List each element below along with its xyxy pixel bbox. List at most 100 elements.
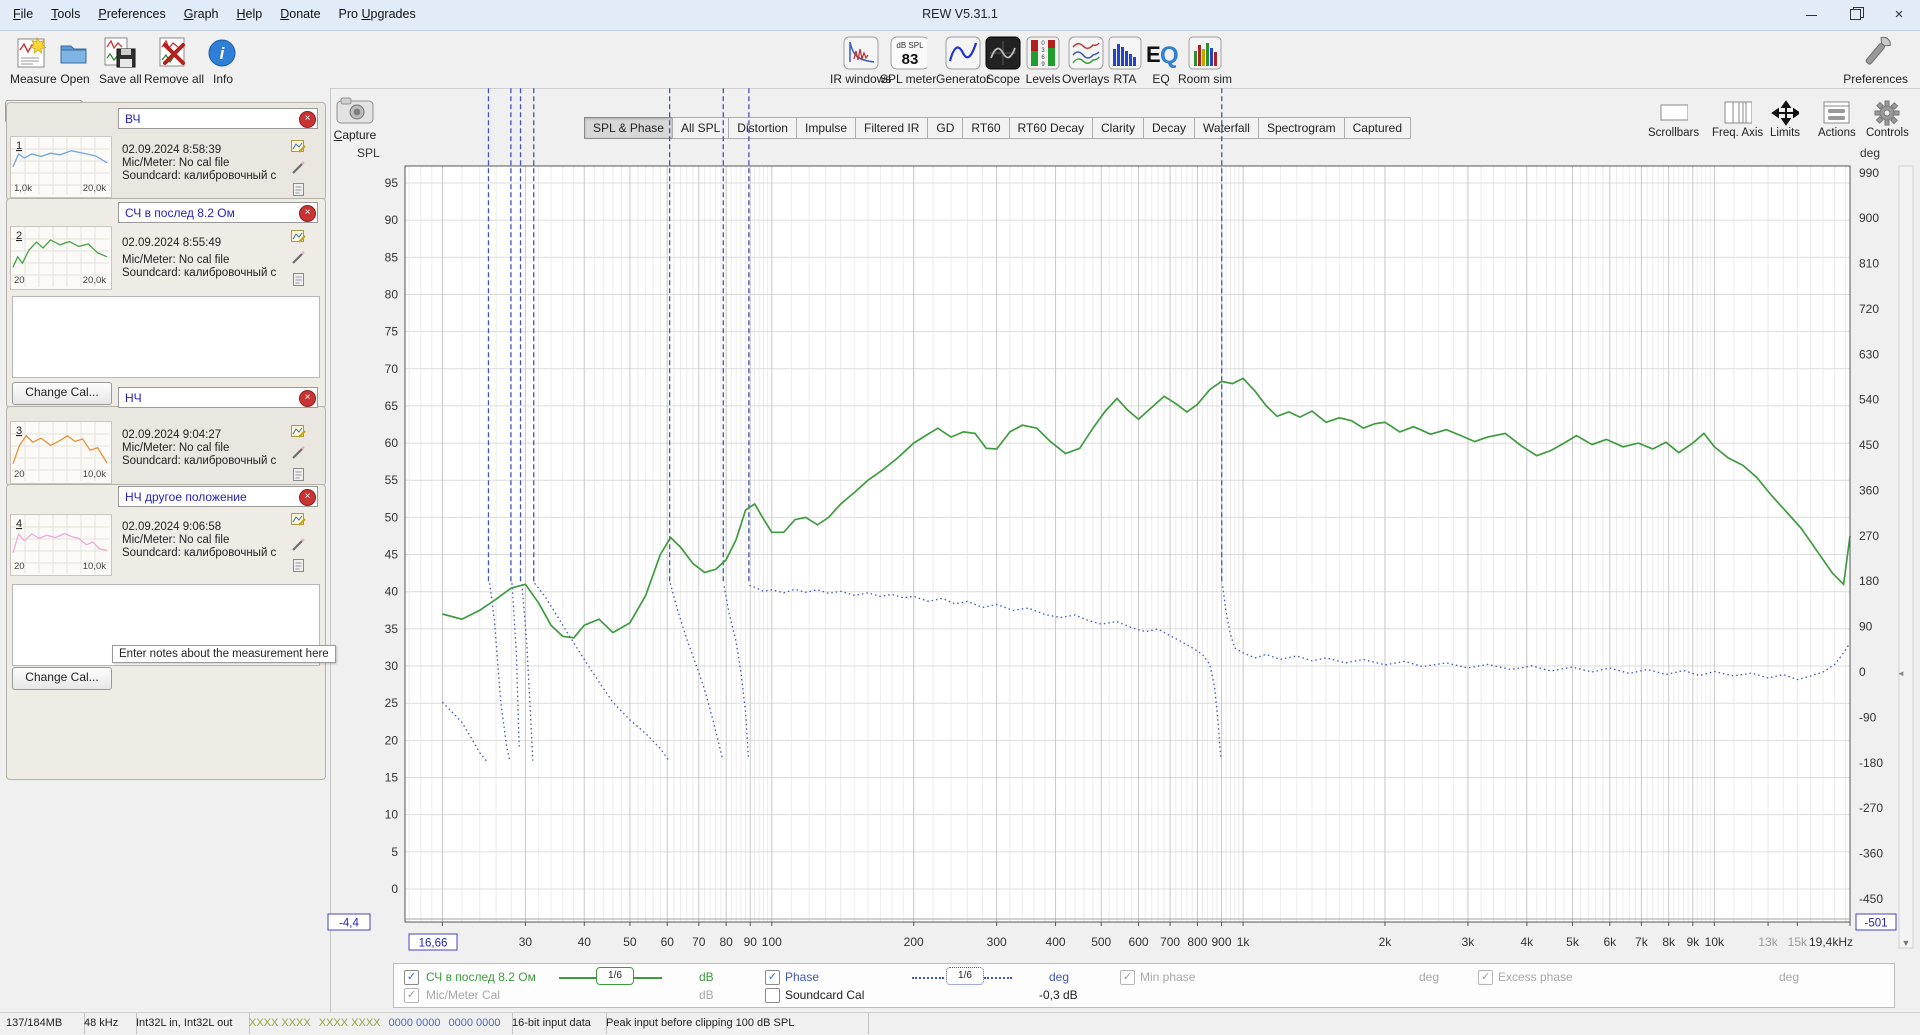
- mini-chart-icon[interactable]: [291, 423, 307, 439]
- phase-smoothing-line2: [984, 977, 1012, 979]
- svg-text:20,0k: 20,0k: [83, 275, 106, 286]
- svg-text:-450: -450: [1859, 892, 1883, 906]
- mini-notes-icon[interactable]: [291, 467, 307, 483]
- mini-pencil-icon[interactable]: [291, 445, 307, 461]
- svg-text:3: 3: [16, 425, 22, 437]
- mic-cal-checkbox[interactable]: ✓: [404, 988, 419, 1003]
- svg-text:270: 270: [1859, 529, 1879, 543]
- measurement-title-input[interactable]: НЧ: [118, 387, 318, 408]
- measurement-thumbnail[interactable]: 3 20 10,0k: [10, 421, 112, 484]
- measurement-thumbnail[interactable]: 4 20 10,0k: [10, 514, 112, 576]
- svg-text:5k: 5k: [1566, 935, 1580, 949]
- eq-button[interactable]: E Q EQ: [1142, 35, 1180, 86]
- status-hex-group: 0000 0000: [448, 1017, 501, 1029]
- svg-text:10: 10: [385, 808, 399, 822]
- svg-text:2k: 2k: [1379, 935, 1393, 949]
- measure-button[interactable]: Measure: [10, 35, 57, 86]
- svg-text:900: 900: [1212, 935, 1232, 949]
- maximize-button[interactable]: [1834, 0, 1876, 29]
- svg-text:0: 0: [391, 882, 398, 896]
- mic-cal-unit: dB: [699, 988, 714, 1002]
- trace-checkbox[interactable]: ✓: [404, 970, 419, 985]
- rta-icon: [1106, 35, 1144, 71]
- measurement-thumbnail[interactable]: 1 1,0k 20,0k: [10, 136, 112, 198]
- mini-notes-icon[interactable]: [291, 182, 307, 198]
- mini-chart-icon[interactable]: [291, 511, 307, 527]
- phase-axis-scrollbar[interactable]: [1898, 165, 1914, 949]
- toolbar-button-label: Info: [212, 72, 233, 86]
- svg-text:3k: 3k: [1462, 935, 1476, 949]
- delete-measurement-button[interactable]: ×: [299, 205, 316, 222]
- preferences-button[interactable]: Preferences: [1843, 35, 1908, 86]
- mini-chart-icon[interactable]: [291, 138, 307, 154]
- min-phase-checkbox[interactable]: ✓: [1120, 970, 1135, 985]
- main-toolbar: Preferences Measure Open Save all Remove al…: [0, 31, 1920, 89]
- mini-pencil-icon[interactable]: [291, 250, 307, 266]
- phase-smoothing-line: [912, 977, 944, 979]
- title-bar: File Tools Preferences Graph Help Donate Pro U…: [0, 0, 1920, 31]
- excess-phase-label: Excess phase: [1498, 970, 1573, 984]
- svg-text:40: 40: [385, 585, 399, 599]
- info-button[interactable]: i Info: [204, 35, 242, 86]
- save-all-button[interactable]: Save all: [99, 35, 142, 86]
- measurement-notes-input[interactable]: [12, 296, 320, 378]
- measurement-thumbnail[interactable]: 2 20 20,0k: [10, 226, 112, 290]
- svg-text:8k: 8k: [1662, 935, 1676, 949]
- svg-text:900: 900: [1859, 211, 1879, 225]
- measurement-title-input[interactable]: НЧ другое положение: [118, 486, 318, 507]
- phase-smoothing-badge[interactable]: 1/6: [946, 967, 984, 985]
- toolbar-button-label: Measure: [10, 72, 57, 86]
- measurement-date: 02.09.2024 8:55:49: [122, 237, 222, 249]
- scope-button[interactable]: Scope: [984, 35, 1022, 86]
- save-all-icon: [101, 35, 139, 71]
- trace-smoothing-badge[interactable]: 1/6: [596, 967, 634, 985]
- minimize-button[interactable]: [1790, 0, 1832, 29]
- trace-controls-panel: ✓ СЧ в послед 8.2 Ом 1/6 dB ✓ Phase 1/6 …: [393, 963, 1895, 1008]
- rta-button[interactable]: RTA: [1106, 35, 1144, 86]
- mini-notes-icon[interactable]: [291, 558, 307, 574]
- svg-text:30: 30: [385, 659, 399, 673]
- soundcard-cal-checkbox[interactable]: [765, 988, 780, 1003]
- generator-button[interactable]: Generator: [936, 35, 990, 86]
- svg-text:85: 85: [385, 250, 399, 264]
- delete-measurement-button[interactable]: ×: [299, 390, 316, 407]
- toolbar-button-label: Overlays: [1062, 72, 1110, 86]
- measurement-title-input[interactable]: СЧ в послед 8.2 Ом: [118, 202, 318, 223]
- mini-pencil-icon[interactable]: [291, 160, 307, 176]
- remove-all-button[interactable]: Remove all: [144, 35, 204, 86]
- svg-text:0: 0: [1859, 665, 1866, 679]
- phase-label: Phase: [785, 970, 820, 984]
- change-cal-button[interactable]: Change Cal...: [12, 382, 112, 405]
- svg-text:10,0k: 10,0k: [83, 561, 106, 572]
- svg-text:9k: 9k: [1686, 935, 1700, 949]
- svg-text:15k: 15k: [1788, 935, 1808, 949]
- svg-text:-501: -501: [1864, 918, 1887, 930]
- svg-text:90: 90: [1859, 620, 1873, 634]
- levels-button[interactable]: 0 3 6 9 Levels: [1024, 35, 1062, 86]
- mini-chart-icon[interactable]: [291, 228, 307, 244]
- spl-meter-button[interactable]: dB SPL 83 SPL meter: [880, 35, 936, 86]
- change-cal-button[interactable]: Change Cal...: [12, 667, 112, 690]
- svg-text:90: 90: [385, 213, 399, 227]
- svg-text:35: 35: [385, 622, 399, 636]
- excess-phase-checkbox[interactable]: ✓: [1478, 970, 1493, 985]
- measurement-soundcard: Soundcard: калибровочный с: [122, 455, 277, 467]
- svg-text:540: 540: [1859, 393, 1879, 407]
- svg-text:4k: 4k: [1520, 935, 1534, 949]
- mini-notes-icon[interactable]: [291, 272, 307, 288]
- delete-measurement-button[interactable]: ×: [299, 111, 316, 128]
- measurement-title-input[interactable]: ВЧ: [118, 108, 318, 129]
- room-sim-button[interactable]: Room sim: [1178, 35, 1232, 86]
- close-button[interactable]: ×: [1878, 0, 1920, 29]
- svg-text:45: 45: [385, 548, 399, 562]
- measurement-soundcard: Soundcard: калибровочный с: [122, 170, 277, 182]
- open-button[interactable]: Open: [56, 35, 94, 86]
- spl-phase-chart[interactable]: 9590858075706560555045403530252015105099…: [325, 88, 1920, 1012]
- overlays-button[interactable]: Overlays: [1062, 35, 1109, 86]
- svg-text:1: 1: [16, 140, 22, 152]
- mini-pencil-icon[interactable]: [291, 537, 307, 553]
- phase-checkbox[interactable]: ✓: [765, 970, 780, 985]
- delete-measurement-button[interactable]: ×: [299, 489, 316, 506]
- svg-text:30: 30: [519, 935, 533, 949]
- measurement-date: 02.09.2024 9:06:58: [122, 521, 222, 533]
